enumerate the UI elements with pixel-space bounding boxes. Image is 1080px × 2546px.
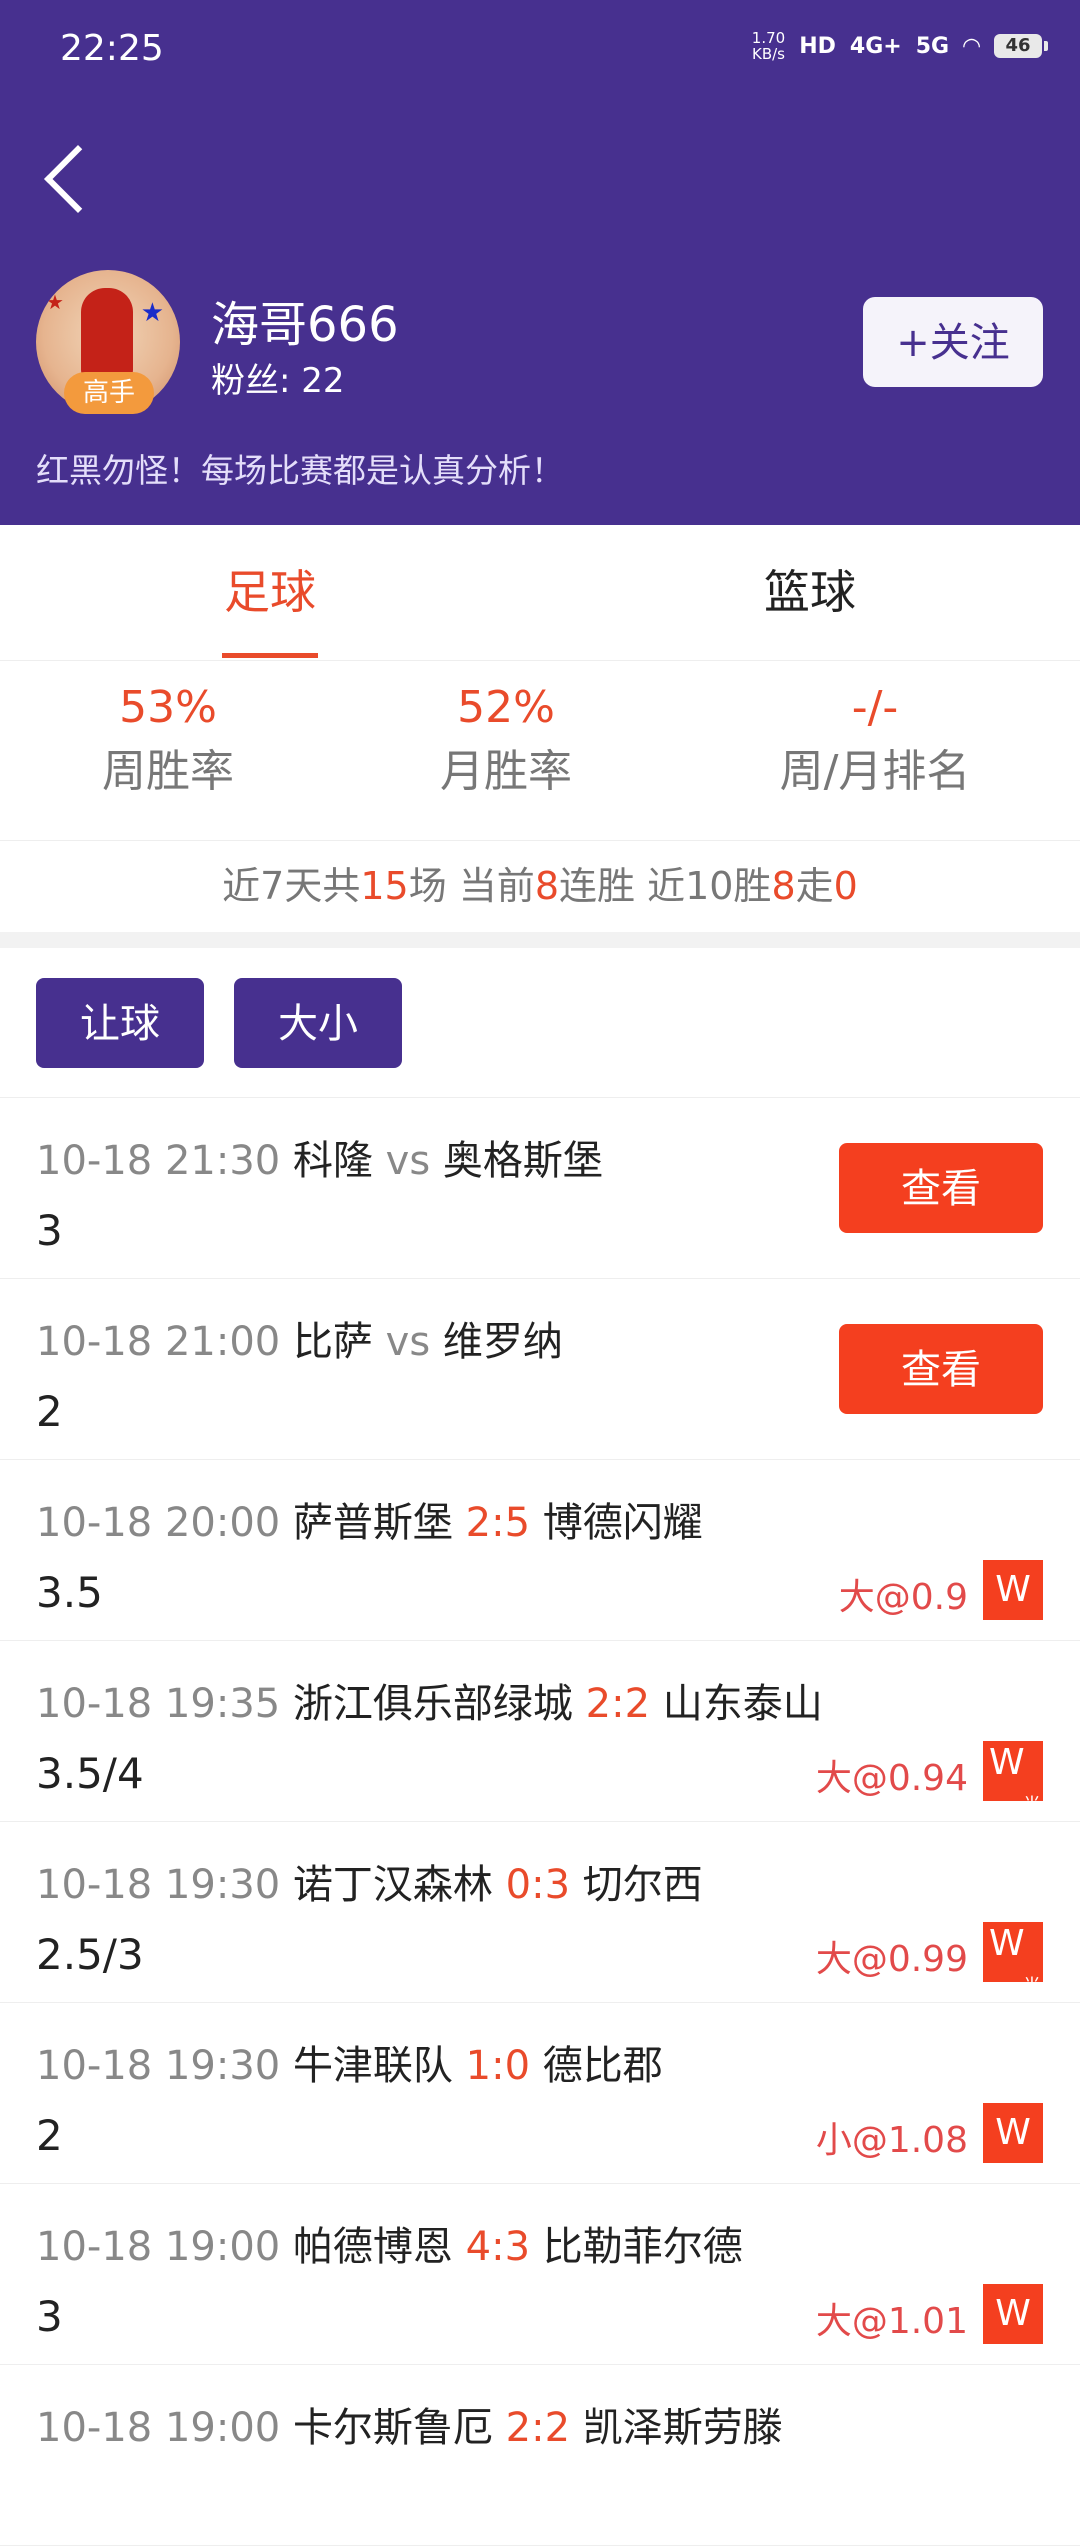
stat-monthly-win-rate: 52% 月胜率 [440,682,572,797]
signal-5g-icon: 5G [915,33,950,59]
home-team: 卡尔斯鲁厄 [292,2405,493,2451]
fans-count: 粉丝: 22 [211,361,345,401]
back-arrow-icon[interactable] [44,145,112,213]
home-team: 科隆 [292,1138,373,1184]
match-row[interactable]: 10-18 19:30 诺丁汉森林 0:3 切尔西 2.5/3 大@0.99 W… [0,1822,1080,2003]
match-time: 10-18 19:00 [36,2224,281,2270]
hd-icon: HD [799,33,836,59]
active-tab-indicator [222,653,318,658]
result-win-badge: W [983,2284,1043,2344]
pick-odds: 大@0.99 [815,1939,968,1980]
match-row[interactable]: 10-18 21:00 比萨 vs 维罗纳 2 查看 [0,1279,1080,1460]
tab-basketball[interactable]: 篮球 [540,525,1080,660]
home-team: 浙江俱乐部绿城 [292,1681,573,1727]
result-half-win-badge: W半 [983,1741,1043,1815]
match-row[interactable]: 10-18 19:35 浙江俱乐部绿城 2:2 山东泰山 3.5/4 大@0.9… [0,1641,1080,1822]
match-row[interactable]: 10-18 19:00 卡尔斯鲁厄 2:2 凯泽斯劳滕 [0,2365,1080,2546]
stat-weekly-win-rate: 53% 周胜率 [102,682,234,797]
section-divider [0,932,1080,948]
match-score: 0:3 [505,1862,571,1908]
star-icon: ★ [46,290,64,314]
sport-tabs: 足球 篮球 [0,525,1080,661]
match-score: 2:2 [585,1681,651,1727]
view-button[interactable]: 查看 [839,1143,1043,1233]
away-team: 凯泽斯劳滕 [582,2405,783,2451]
status-icons: 1.70 KB/s HD 4G+ 5G ◠ 46 [751,29,1048,63]
match-row[interactable]: 10-18 19:30 牛津联队 1:0 德比郡 2 小@1.08 W [0,2003,1080,2184]
match-vs: vs [385,1138,431,1184]
match-time: 10-18 19:30 [36,1862,281,1908]
match-list: 10-18 21:30 科隆 vs 奥格斯堡 3 查看 10-18 21:00 … [0,1098,1080,2546]
handicap-line: 3.5 [36,1568,103,1617]
match-time: 10-18 19:35 [36,1681,281,1727]
network-speed: 1.70 KB/s [751,29,786,63]
pick-odds: 小@1.08 [815,2120,968,2161]
home-team: 萨普斯堡 [292,1500,453,1546]
result-win-badge: W [983,2103,1043,2163]
handicap-line: 2.5/3 [36,1930,144,1979]
avatar-figure [81,288,133,380]
match-vs: vs [385,1319,431,1365]
home-team: 帕德博恩 [292,2224,453,2270]
match-score: 2:5 [465,1500,531,1546]
away-team: 比勒菲尔德 [542,2224,743,2270]
pick-odds: 大@0.9 [838,1577,968,1618]
filter-handicap-button[interactable]: 让球 [36,978,204,1068]
match-score: 4:3 [465,2224,531,2270]
profile-bio: 红黑勿怪！每场比赛都是认真分析！ [36,451,564,490]
away-team: 山东泰山 [662,1681,823,1727]
home-team: 诺丁汉森林 [292,1862,493,1908]
handicap-line: 3 [36,2292,63,2341]
match-time: 10-18 19:00 [36,2405,281,2451]
match-row[interactable]: 10-18 20:00 萨普斯堡 2:5 博德闪耀 3.5 大@0.9 W [0,1460,1080,1641]
match-row[interactable]: 10-18 19:00 帕德博恩 4:3 比勒菲尔德 3 大@1.01 W [0,2184,1080,2365]
match-time: 10-18 19:30 [36,2043,281,2089]
handicap-line: 3.5/4 [36,1749,144,1798]
stat-ranking: -/- 周/月排名 [779,682,971,797]
home-team: 牛津联队 [292,2043,453,2089]
follow-button[interactable]: +关注 [863,297,1043,387]
handicap-line: 2 [36,1387,63,1436]
handicap-line: 3 [36,1206,63,1255]
level-badge: 高手 [64,372,154,414]
profile-header: 22:25 1.70 KB/s HD 4G+ 5G ◠ 46 ★ ★ 高手 海哥… [0,0,1080,525]
handicap-line: 2 [36,2111,63,2160]
away-team: 维罗纳 [442,1319,563,1365]
username: 海哥666 [211,297,399,353]
away-team: 奥格斯堡 [442,1138,603,1184]
match-row[interactable]: 10-18 21:30 科隆 vs 奥格斯堡 3 查看 [0,1098,1080,1279]
match-time: 10-18 21:30 [36,1138,281,1184]
match-score: 2:2 [505,2405,571,2451]
match-time: 10-18 20:00 [36,1500,281,1546]
tab-football[interactable]: 足球 [0,525,540,660]
home-team: 比萨 [292,1319,373,1365]
match-time: 10-18 21:00 [36,1319,281,1365]
wifi-icon: ◠ [963,33,980,59]
view-button[interactable]: 查看 [839,1324,1043,1414]
pick-odds: 大@0.94 [815,1758,968,1799]
stats-panel: 53% 周胜率 52% 月胜率 -/- 周/月排名 [0,660,1080,841]
filter-over-under-button[interactable]: 大小 [234,978,402,1068]
streak-summary: 近7天共15场 当前8连胜 近10胜8走0 [222,864,858,908]
match-score: 1:0 [465,2043,531,2089]
signal-4g-icon: 4G+ [849,33,902,59]
star-icon: ★ [140,298,164,328]
result-win-badge: W [983,1560,1043,1620]
battery-icon: 46 [994,34,1048,58]
pick-odds: 大@1.01 [815,2301,968,2342]
away-team: 德比郡 [542,2043,663,2089]
result-half-win-badge: W半 [983,1922,1043,1996]
status-time: 22:25 [60,28,164,69]
away-team: 切尔西 [582,1862,703,1908]
away-team: 博德闪耀 [542,1500,703,1546]
